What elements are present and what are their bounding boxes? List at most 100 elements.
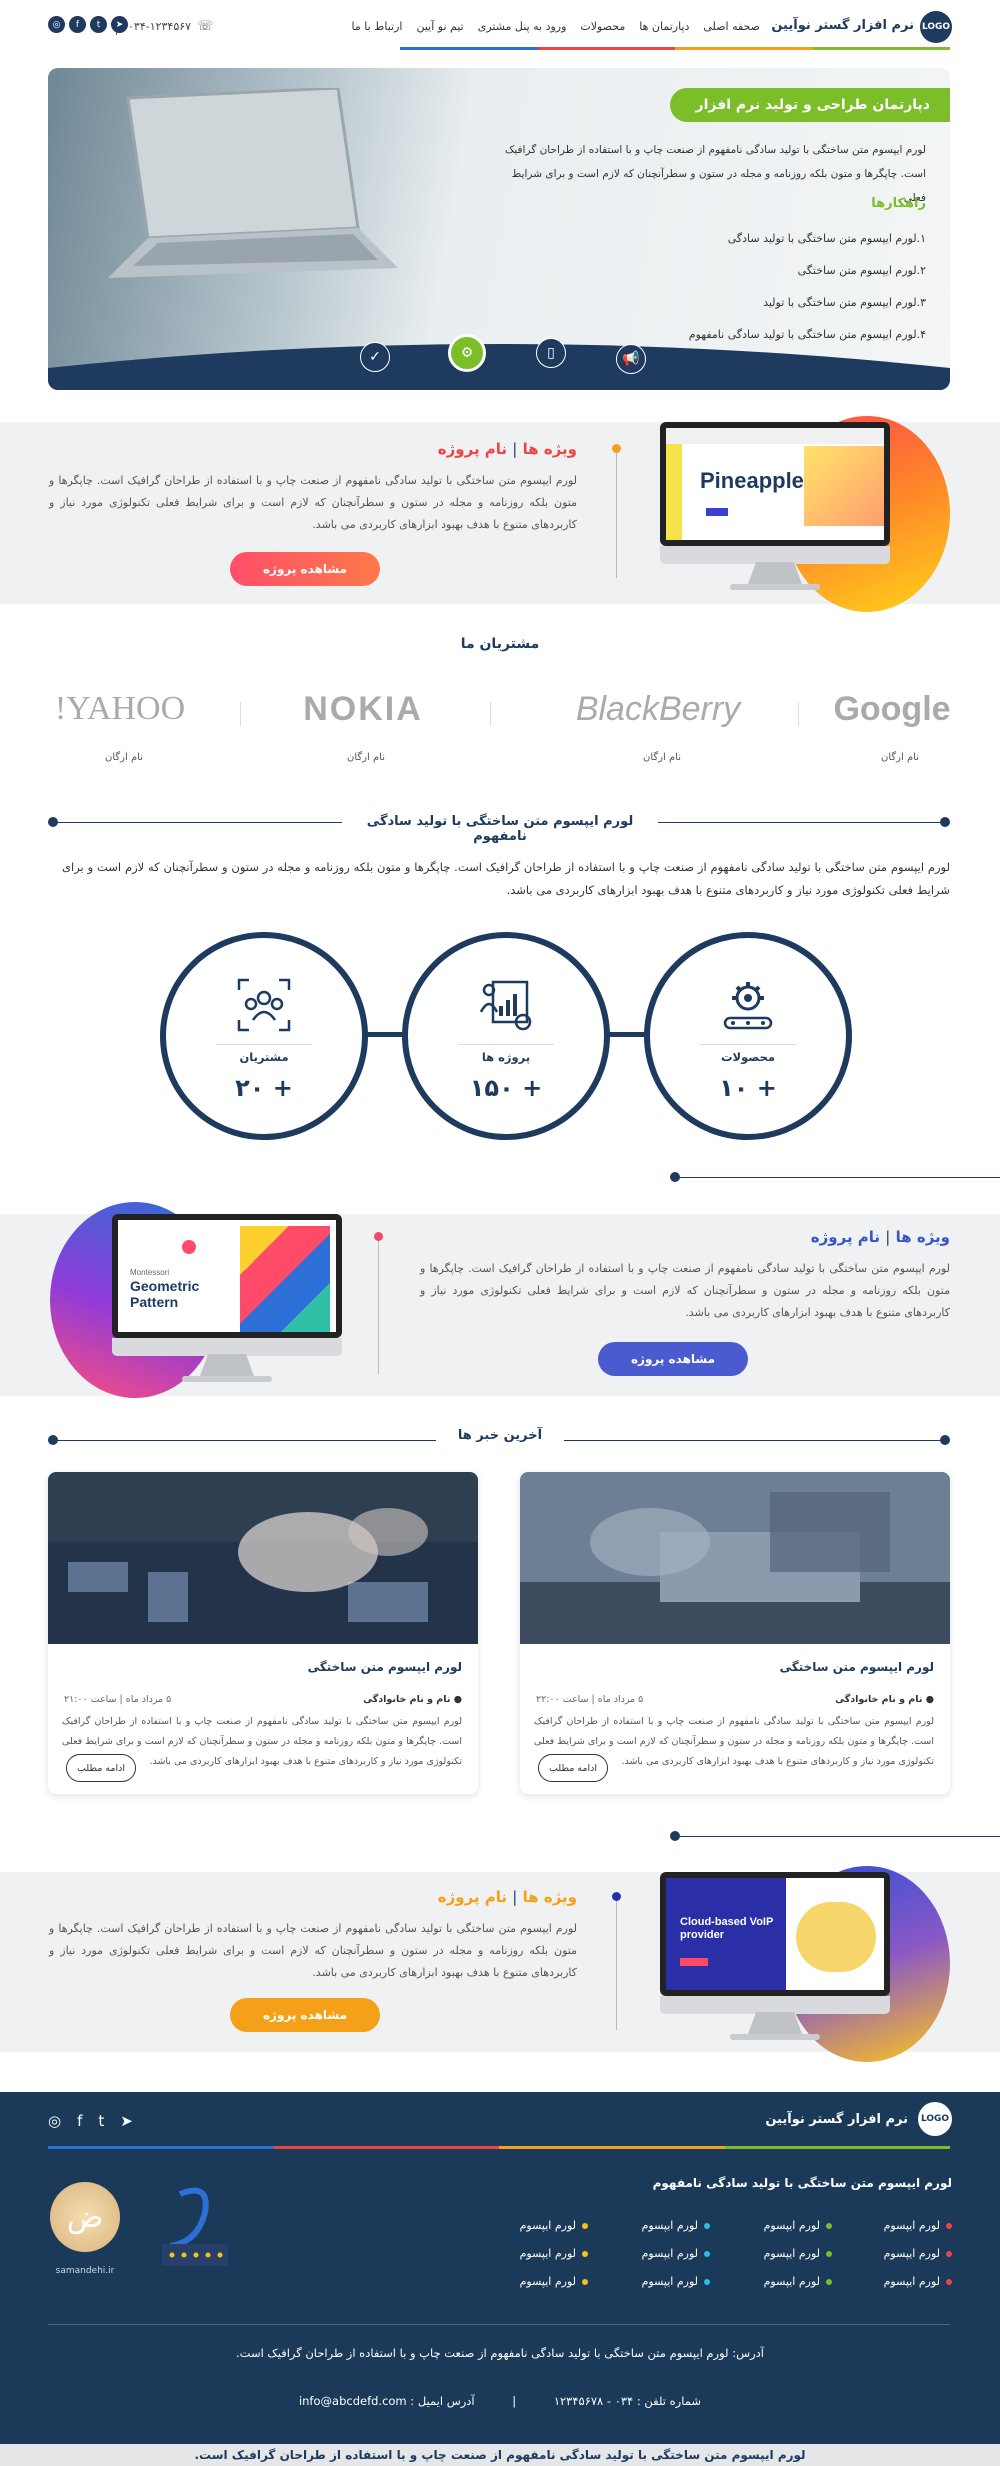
footer-links-blue: لورم ایپسوم لورم ایپسوم لورم ایپسوم bbox=[642, 2212, 710, 2296]
footer-link[interactable]: لورم ایپسوم bbox=[884, 2240, 952, 2268]
nav-contact[interactable]: ارتباط با ما bbox=[352, 20, 403, 33]
yahoo-logo[interactable]: YAHOO! bbox=[48, 690, 192, 728]
about-text: لورم ایپسوم متن ساختگی با تولید سادگی نا… bbox=[62, 860, 950, 897]
customer-name: نام ارگان bbox=[643, 752, 681, 763]
footer-colorbar bbox=[48, 2146, 950, 2149]
page: LOGO نرم افزار گستر نوآیین صحفه اصلی دپا… bbox=[0, 0, 1000, 2466]
project-title: ویژه ها | نام پروژه bbox=[437, 440, 577, 458]
phone-label: شماره تلفن : bbox=[636, 2394, 702, 2408]
twitter-icon[interactable]: t bbox=[98, 2112, 104, 2130]
news-title[interactable]: لورم ایپسوم متن ساختگی bbox=[780, 1660, 934, 1674]
footer-link[interactable]: لورم ایپسوم bbox=[764, 2240, 832, 2268]
hero-icons: ✓ ⚙ ▯ 📢 bbox=[48, 334, 950, 380]
section-dot bbox=[670, 1172, 680, 1182]
list-item[interactable]: ۳.لورم ایپسوم متن ساختگی با تولید bbox=[689, 287, 926, 319]
blackberry-logo[interactable]: BlackBerry bbox=[548, 690, 768, 729]
google-logo[interactable]: Google bbox=[822, 690, 962, 729]
footer-phone[interactable]: ۰۳۴ - ۱۲۳۴۵۶۷۸ bbox=[554, 2394, 633, 2408]
instagram-icon[interactable]: ◎ bbox=[48, 2112, 61, 2130]
project-section-2: Montessori Geometric Pattern ویژه ها | ن… bbox=[0, 1202, 1000, 1398]
bullet-dot bbox=[612, 444, 621, 453]
hero-subtitle: راهکارها bbox=[871, 196, 926, 211]
divider-line bbox=[616, 1896, 617, 2030]
list-item[interactable]: ۲.لورم ایپسوم متن ساختگی bbox=[689, 255, 926, 287]
footer-link[interactable]: لورم ایپسوم bbox=[520, 2212, 588, 2240]
footer-logo[interactable]: LOGO bbox=[918, 2102, 952, 2136]
twitter-icon[interactable]: t bbox=[90, 16, 107, 33]
enamad-seal-icon[interactable] bbox=[150, 2182, 240, 2282]
footer-socials: ◎ f t ➤ bbox=[48, 2112, 133, 2130]
project-section-3: Cloud-based VoIP provider ویژه ها | نام … bbox=[0, 1866, 1000, 2062]
screen-title: Pineapple bbox=[700, 468, 804, 493]
footer-link[interactable]: لورم ایپسوم bbox=[520, 2240, 588, 2268]
bullet-dot bbox=[374, 1232, 383, 1241]
nav-departments[interactable]: دپارتمان ها bbox=[639, 20, 689, 33]
footer-link[interactable]: لورم ایپسوم bbox=[642, 2240, 710, 2268]
footer-link[interactable]: لورم ایپسوم bbox=[764, 2212, 832, 2240]
header-phone[interactable]: ☏ ۰۳۴-۱۲۳۴۵۶۷ bbox=[116, 17, 214, 35]
laptop-image bbox=[108, 88, 398, 278]
footer-link[interactable]: لورم ایپسوم bbox=[884, 2268, 952, 2296]
telegram-icon[interactable]: ➤ bbox=[120, 2112, 133, 2130]
footer-link[interactable]: لورم ایپسوم bbox=[642, 2212, 710, 2240]
view-project-button[interactable]: مشاهده پروژه bbox=[230, 552, 380, 586]
view-project-button[interactable]: مشاهده پروژه bbox=[598, 1342, 748, 1376]
news-card[interactable]: لورم ایپسوم متن ساختگی ● نام و نام خانوا… bbox=[48, 1472, 478, 1794]
view-project-button[interactable]: مشاهده پروژه bbox=[230, 1998, 380, 2032]
project-title: ویژه ها | نام پروژه bbox=[437, 1888, 577, 1906]
nav-home[interactable]: صحفه اصلی bbox=[703, 20, 760, 33]
heading-line bbox=[658, 822, 946, 823]
header-colorbar bbox=[400, 47, 950, 50]
footer-link[interactable]: لورم ایپسوم bbox=[884, 2212, 952, 2240]
customers-target-icon bbox=[237, 978, 291, 1032]
divider bbox=[798, 702, 799, 726]
hero-banner: دپارتمان طراحی و تولید نرم افزار لورم ای… bbox=[48, 68, 950, 390]
telegram-icon[interactable]: ➤ bbox=[111, 16, 128, 33]
nav-products[interactable]: محصولات bbox=[580, 20, 625, 33]
instagram-icon[interactable]: ◎ bbox=[48, 16, 65, 33]
logo[interactable]: LOGO bbox=[920, 11, 952, 43]
phone-number: ۰۳۴-۱۲۳۴۵۶۷ bbox=[128, 20, 192, 33]
solutions-list: ۱.لورم ایپسوم متن ساختگی با تولید سادگی … bbox=[689, 223, 926, 351]
footer-links-yellow: لورم ایپسوم لورم ایپسوم لورم ایپسوم bbox=[520, 2212, 588, 2296]
screen-title: Cloud-based VoIP provider bbox=[680, 1916, 774, 1941]
gear-conveyor-icon bbox=[723, 982, 773, 1030]
footer-link[interactable]: لورم ایپسوم bbox=[642, 2268, 710, 2296]
footer-email[interactable]: info@abcdefd.com bbox=[299, 2394, 407, 2408]
header-socials: ◎ f t ➤ bbox=[48, 16, 128, 33]
mobile-icon[interactable]: ▯ bbox=[536, 338, 566, 368]
divider-line bbox=[616, 448, 617, 578]
divider bbox=[240, 702, 241, 726]
phone-icon: ☏ bbox=[197, 19, 214, 34]
screen-subtitle: Montessori bbox=[130, 1268, 170, 1277]
list-item[interactable]: ۱.لورم ایپسوم متن ساختگی با تولید سادگی bbox=[689, 223, 926, 255]
news-author: ● نام و نام خانوادگی bbox=[363, 1694, 462, 1705]
nokia-logo[interactable]: NOKIA bbox=[288, 690, 438, 729]
shield-check-icon[interactable]: ✓ bbox=[360, 342, 390, 372]
news-title[interactable]: لورم ایپسوم متن ساختگی bbox=[308, 1660, 462, 1674]
news-author: ● نام و نام خانوادگی bbox=[835, 1694, 934, 1705]
facebook-icon[interactable]: f bbox=[77, 2112, 82, 2130]
samandehi-seal-icon[interactable]: ض samandehi.ir bbox=[40, 2182, 130, 2282]
brand-name[interactable]: نرم افزار گستر نوآیین bbox=[771, 18, 914, 33]
megaphone-icon[interactable]: 📢 bbox=[616, 344, 646, 374]
footer-link[interactable]: لورم ایپسوم bbox=[764, 2268, 832, 2296]
read-more-button[interactable]: ادامه مطلب bbox=[66, 1754, 136, 1782]
stat-label: مشتریان bbox=[239, 1050, 289, 1064]
read-more-button[interactable]: ادامه مطلب bbox=[538, 1754, 608, 1782]
stat-value: + ۲۰ bbox=[235, 1074, 293, 1102]
project-text: لورم ایپسوم متن ساختگی با تولید سادگی نا… bbox=[49, 474, 577, 531]
news-card[interactable]: لورم ایپسوم متن ساختگی ● نام و نام خانوا… bbox=[520, 1472, 950, 1794]
gear-icon[interactable]: ⚙ bbox=[448, 334, 486, 372]
heading-line bbox=[52, 822, 342, 823]
facebook-icon[interactable]: f bbox=[69, 16, 86, 33]
stat-value: + ۱۰ bbox=[719, 1074, 777, 1102]
project-monitor: Cloud-based VoIP provider bbox=[660, 1872, 890, 2040]
nav-client-panel[interactable]: ورود به پنل مشتری bbox=[478, 20, 567, 33]
samandehi-text: samandehi.ir bbox=[55, 2266, 115, 2276]
nav-team[interactable]: تیم نو آیین bbox=[416, 20, 463, 33]
section-line bbox=[674, 1177, 1000, 1178]
footer-link[interactable]: لورم ایپسوم bbox=[520, 2268, 588, 2296]
footer-brand: نرم افزار گستر نوآیین bbox=[765, 2112, 908, 2127]
divider bbox=[490, 702, 491, 726]
